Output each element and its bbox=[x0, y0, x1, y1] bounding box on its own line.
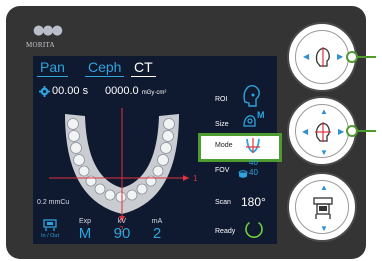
x-arrow-icon bbox=[183, 175, 189, 181]
kv-setting[interactable]: kV 90 bbox=[109, 217, 135, 241]
exposure-time: 00.00 s bbox=[52, 85, 89, 97]
touch-screen: Pan Ceph CT 00.00 s 0000.0 mGy·cm² 1 2 0… bbox=[33, 56, 282, 244]
in-out-button[interactable]: In / Out bbox=[37, 219, 63, 243]
head-rotation-icon bbox=[315, 47, 330, 67]
scan-value[interactable]: 180° bbox=[241, 195, 266, 209]
arrow-right-icon: ▶ bbox=[338, 127, 345, 136]
tab-ct[interactable]: CT bbox=[131, 59, 156, 77]
exp-value: M bbox=[78, 225, 92, 242]
gear-icon[interactable] bbox=[39, 86, 50, 97]
kv-value: 90 bbox=[113, 225, 131, 242]
head-position-icon bbox=[315, 122, 331, 142]
brand-logo-mark: ●●● bbox=[33, 23, 63, 38]
mode-highlight[interactable]: Mode bbox=[198, 133, 282, 162]
arrow-down-icon: ▼ bbox=[320, 224, 328, 233]
dental-arch-diagram[interactable]: 1 2 bbox=[47, 104, 197, 234]
arrow-down-icon: ▼ bbox=[320, 148, 328, 157]
roi-label: ROI bbox=[215, 96, 228, 103]
dose-value: 0000.0 mGy·cm² bbox=[105, 85, 166, 97]
arrow-right-icon: ▶ bbox=[337, 52, 344, 61]
arrow-left-icon: ◀ bbox=[303, 52, 310, 61]
tab-ceph[interactable]: Ceph bbox=[85, 59, 125, 77]
mode-icon bbox=[246, 138, 260, 153]
callout-dot-1 bbox=[346, 51, 358, 63]
brand-logo: ●●● MORITA bbox=[26, 23, 63, 54]
size-label: Size bbox=[215, 121, 229, 128]
dose-unit: mGy·cm² bbox=[141, 90, 167, 96]
ma-value: 2 bbox=[152, 225, 162, 242]
exp-setting[interactable]: Exp M bbox=[75, 217, 95, 241]
fov-top-value: 40 bbox=[249, 158, 258, 167]
tab-pan[interactable]: Pan bbox=[37, 59, 68, 77]
device: ●●● MORITA Pan Ceph CT 00.00 s 0000.0 mG… bbox=[0, 0, 382, 261]
brand-logo-text: MORITA bbox=[26, 41, 55, 49]
roi-head-icon[interactable] bbox=[241, 84, 261, 108]
chinrest-height-button[interactable]: ▲ ▼ bbox=[287, 172, 357, 242]
arrow-up-icon: ▲ bbox=[320, 183, 328, 192]
ma-setting[interactable]: mA 2 bbox=[147, 217, 167, 241]
callout-line-2 bbox=[357, 130, 376, 132]
scan-label: Scan bbox=[215, 199, 231, 206]
callout-line-1 bbox=[357, 56, 376, 58]
fov-cylinder-icon[interactable] bbox=[238, 170, 248, 179]
dose-number: 0000.0 bbox=[105, 85, 139, 97]
ready-label: Ready bbox=[215, 228, 236, 235]
mode-label: Mode bbox=[215, 142, 233, 149]
filter-label: 0.2 mmCu bbox=[37, 199, 70, 206]
arrow-up-icon: ▲ bbox=[320, 107, 328, 116]
fov-label: FOV bbox=[215, 167, 230, 174]
patient-in-out-icon bbox=[43, 219, 57, 231]
fov-bottom-value: 40 bbox=[249, 168, 258, 177]
chinrest-unit-icon bbox=[313, 197, 333, 219]
ready-indicator-icon bbox=[245, 221, 263, 239]
x-axis-marker: 1 bbox=[193, 174, 197, 183]
size-value: M bbox=[257, 110, 265, 120]
arrow-left-icon: ◀ bbox=[302, 127, 309, 136]
in-out-label: In / Out bbox=[40, 233, 60, 239]
callout-dot-2 bbox=[346, 125, 358, 137]
